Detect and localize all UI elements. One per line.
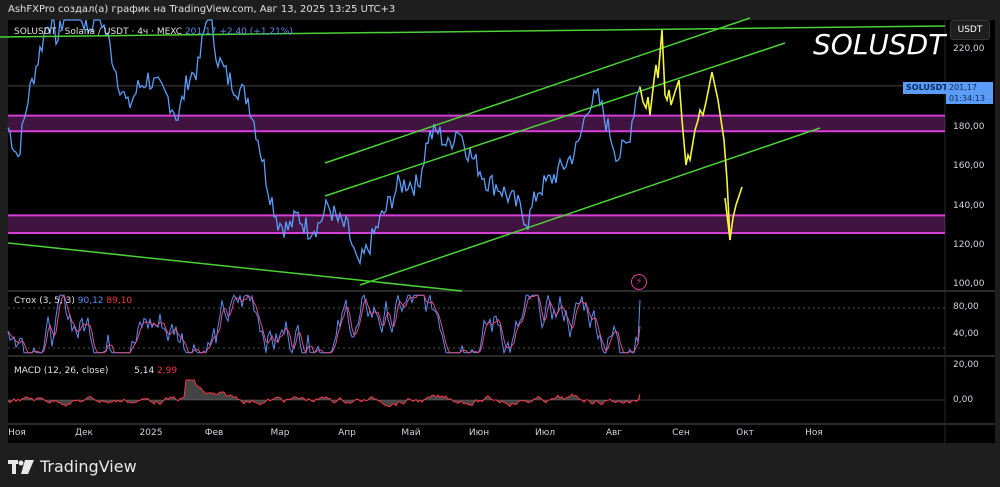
stoch-d: 89,10 xyxy=(106,296,133,306)
lightning-icon[interactable]: ⚡ xyxy=(631,274,647,290)
currency-button[interactable]: USDT xyxy=(950,20,990,40)
time-label: 2025 xyxy=(139,428,163,438)
time-label: Фев xyxy=(204,428,224,438)
price-label: 180,00 xyxy=(953,122,985,132)
price-label: 220,00 xyxy=(953,44,985,54)
stoch-axis-label: 80,00 xyxy=(953,302,979,312)
price-change: +2,40 (+1,21%) xyxy=(219,27,293,37)
time-label: Ноя xyxy=(8,428,26,438)
stoch-legend[interactable]: Стох (3, 5, 3) 90,12 89,10 xyxy=(14,296,132,306)
time-label: Июл xyxy=(534,428,556,438)
macd-value: 5,14 xyxy=(134,366,155,376)
price-projection-path xyxy=(639,29,731,241)
tradingview-logo-icon xyxy=(8,459,34,474)
trendline xyxy=(359,127,821,286)
macd-legend[interactable]: MACD (12, 26, close) 5,14 2,99 xyxy=(14,366,177,376)
time-label: Авг xyxy=(605,428,623,438)
tradingview-logo[interactable]: TradingView xyxy=(8,457,137,476)
trendline xyxy=(324,17,751,164)
macd-title: MACD (12, 26, close) xyxy=(14,366,109,376)
bar-countdown: 01:34:13 xyxy=(949,94,985,103)
macd-signal: 2,99 xyxy=(157,366,178,376)
price-label: 160,00 xyxy=(953,161,985,171)
symbol-legend[interactable]: SOLUSDT · Solana / USDT · 4ч · MEXC 201,… xyxy=(14,27,293,37)
time-label: Апр xyxy=(338,428,356,438)
price-label: 120,00 xyxy=(953,240,985,250)
support-resistance-zone xyxy=(8,215,945,234)
support-resistance-zone xyxy=(8,115,945,132)
price-label: 140,00 xyxy=(953,201,985,211)
current-price: 201,17 xyxy=(949,83,977,92)
stoch-k: 90,12 xyxy=(77,296,104,306)
time-label: Июн xyxy=(468,428,490,438)
macd-signal-line xyxy=(7,379,641,408)
last-price: 201,17 xyxy=(184,27,217,37)
chart-drawing[interactable] xyxy=(0,0,1000,487)
time-label: Окт xyxy=(736,428,754,438)
stoch-title: Стох (3, 5, 3) xyxy=(14,296,75,306)
current-price-tag: 201,17 01:34:13 xyxy=(946,82,993,104)
time-label: Сен xyxy=(672,428,690,438)
macd-axis-label: 0,00 xyxy=(953,395,974,405)
brand-name: TradingView xyxy=(40,457,137,476)
time-label: Мар xyxy=(270,428,290,438)
time-label: Май xyxy=(401,428,421,438)
time-label: Дек xyxy=(74,428,94,438)
symbol-name: SOLUSDT · Solana / USDT · 4ч · MEXC xyxy=(14,27,183,37)
symbol-watermark-text: SOLUSDT xyxy=(813,28,946,61)
macd-axis-label: 20,00 xyxy=(953,360,979,370)
stoch-axis-label: 40,00 xyxy=(953,329,979,339)
current-symbol-tag: SOLUSDT xyxy=(903,82,951,94)
time-label: Ноя xyxy=(805,428,823,438)
trendline xyxy=(7,242,463,292)
price-label: 100,00 xyxy=(953,279,985,289)
